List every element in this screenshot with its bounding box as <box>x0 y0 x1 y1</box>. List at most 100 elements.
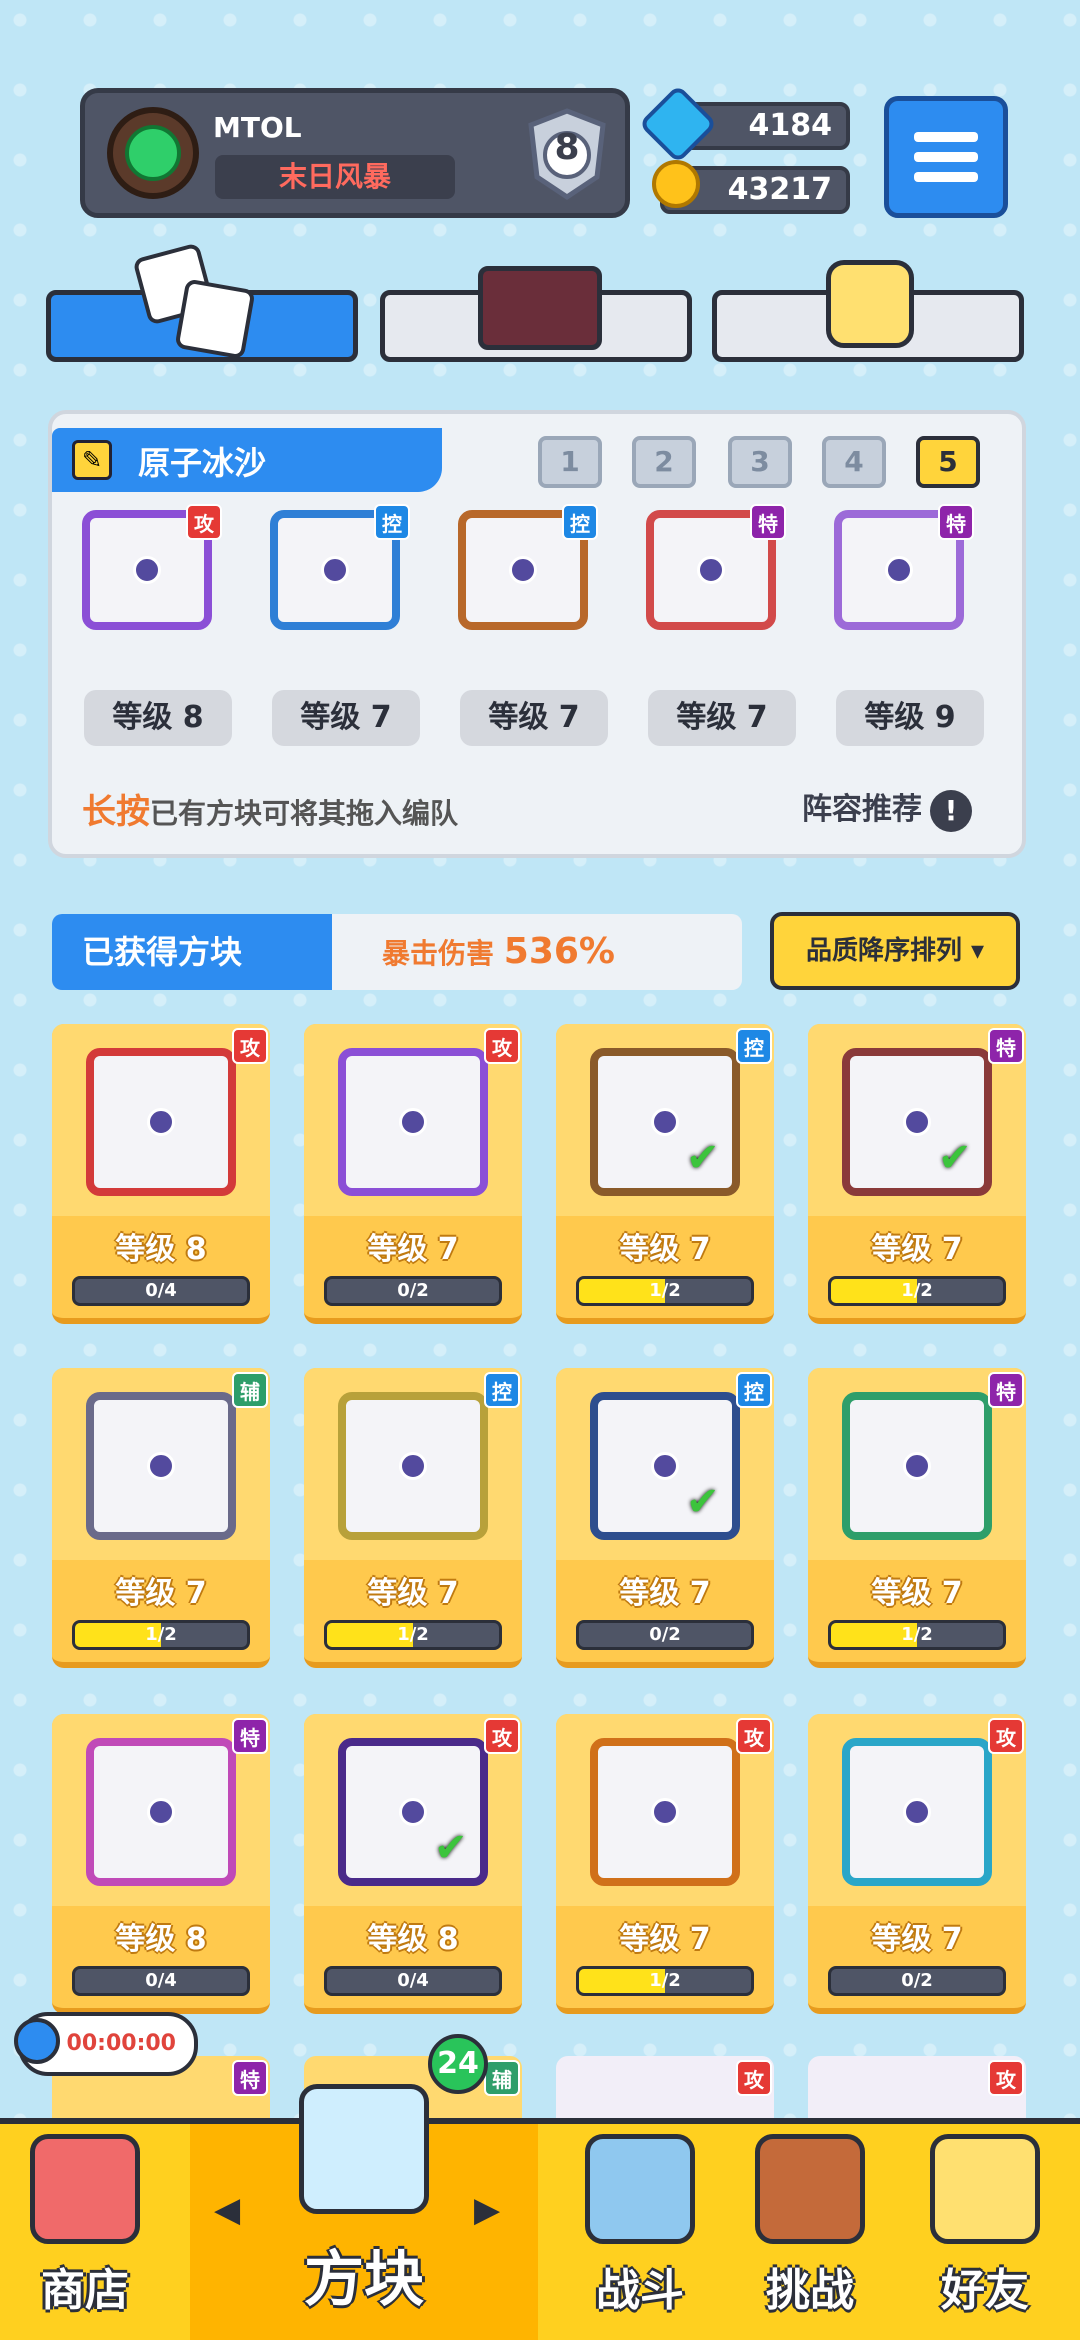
deck-title-bar[interactable]: ✎ 原子冰沙 <box>52 428 442 492</box>
progress-text: 0/4 <box>397 1970 429 1991</box>
type-badge: 攻 <box>736 2060 772 2096</box>
block-card-partial[interactable]: 攻 <box>556 2056 774 2118</box>
deck-tab-5[interactable]: 5 <box>916 436 980 488</box>
type-badge: 攻 <box>484 1718 520 1754</box>
card-level: 等级 7 <box>871 1922 963 1957</box>
block-card[interactable]: 特等级 8 0/4 <box>52 1714 270 2014</box>
shop-icon <box>30 2134 140 2244</box>
block-core-icon <box>903 1798 931 1826</box>
upgrade-progress-bar: 0/2 <box>576 1620 754 1650</box>
prev-arrow-icon[interactable]: ◀ <box>214 2190 240 2230</box>
block-core-icon <box>147 1108 175 1136</box>
block-count-badge: 24 <box>428 2034 488 2094</box>
nav-challenge-label: 挑战 <box>766 2265 854 2316</box>
deck-slot[interactable]: 特 <box>824 504 974 632</box>
crit-damage[interactable]: 暴击伤害 536% <box>382 914 615 990</box>
type-badge: 控 <box>484 1372 520 1408</box>
type-badge: 特 <box>988 1028 1024 1064</box>
deck-tab-3[interactable]: 3 <box>728 436 792 488</box>
block-core-icon <box>885 556 913 584</box>
recommend-label: 阵容推荐 <box>802 792 922 827</box>
progress-text: 0/4 <box>145 1970 177 1991</box>
block-core-icon <box>133 556 161 584</box>
deck-slot-level: 等级 7 <box>460 690 608 746</box>
nav-blocks-label: 方块 <box>304 2245 424 2315</box>
info-icon: ! <box>930 789 972 832</box>
type-badge: 控 <box>374 504 410 540</box>
upgrade-progress-bar: 0/4 <box>324 1966 502 1996</box>
block-card[interactable]: 控 ✔ 等级 7 1/2 <box>556 1024 774 1324</box>
friend-icon <box>930 2134 1040 2244</box>
coins-value: 43217 <box>727 172 832 207</box>
block-card[interactable]: 攻等级 7 1/2 <box>556 1714 774 2014</box>
obtained-header: 已获得方块 暴击伤害 536% <box>52 914 742 990</box>
progress-text: 0/4 <box>145 1280 177 1301</box>
nav-blocks[interactable]: 方块 <box>190 2084 538 2340</box>
progress-text: 1/2 <box>649 1970 681 1991</box>
next-arrow-icon[interactable]: ▶ <box>474 2190 500 2230</box>
block-frame <box>842 1392 992 1540</box>
rank-number: 8 <box>554 127 580 168</box>
deck-tab-1[interactable]: 1 <box>538 436 602 488</box>
card-level: 等级 7 <box>115 1576 207 1611</box>
lineup-recommend-button[interactable]: 阵容推荐! <box>802 784 972 832</box>
block-frame <box>338 1048 488 1196</box>
upgrade-progress-bar: 0/4 <box>72 1966 250 1996</box>
deck-panel: ✎ 原子冰沙 1 2 3 4 5 攻等级 8 控等级 7 控等级 7 特等级 7 特等级… <box>48 410 1026 858</box>
nav-battle[interactable]: 战斗 <box>560 2124 720 2340</box>
profile-panel[interactable]: MTOL 末日风暴 8 <box>80 88 630 218</box>
block-frame <box>590 1738 740 1886</box>
castle-icon <box>755 2134 865 2244</box>
deck-slot[interactable]: 控 <box>260 504 410 632</box>
deck-tab-2[interactable]: 2 <box>632 436 696 488</box>
block-card[interactable]: 特 ✔ 等级 7 1/2 <box>808 1024 1026 1324</box>
deck-slot[interactable]: 特 <box>636 504 786 632</box>
block-core-icon <box>651 1798 679 1826</box>
block-card[interactable]: 特等级 7 1/2 <box>808 1368 1026 1668</box>
block-core-icon <box>903 1108 931 1136</box>
block-card[interactable]: 攻等级 7 0/2 <box>808 1714 1026 2014</box>
progress-text: 0/2 <box>397 1280 429 1301</box>
block-core-icon <box>903 1452 931 1480</box>
crit-label: 暴击伤害 <box>382 937 495 970</box>
progress-text: 0/2 <box>649 1624 681 1645</box>
deck-slot-level: 等级 7 <box>648 690 796 746</box>
card-level: 等级 7 <box>367 1232 459 1267</box>
type-badge: 特 <box>750 504 786 540</box>
block-core-icon <box>509 556 537 584</box>
coin-icon <box>652 160 700 208</box>
progress-text: 1/2 <box>649 1280 681 1301</box>
block-card[interactable]: 攻 ✔ 等级 8 0/4 <box>304 1714 522 2014</box>
block-core-icon <box>651 1452 679 1480</box>
block-core-icon <box>697 556 725 584</box>
upgrade-progress-bar: 0/2 <box>324 1276 502 1306</box>
block-core-icon <box>147 1798 175 1826</box>
block-frame <box>86 1738 236 1886</box>
sort-dropdown[interactable]: 品质降序排列 ▾ <box>770 912 1020 990</box>
block-card[interactable]: 攻等级 7 0/2 <box>304 1024 522 1324</box>
block-core-icon <box>399 1108 427 1136</box>
upgrade-progress-bar: 0/2 <box>828 1966 1006 1996</box>
nav-shop-label: 商店 <box>41 2265 129 2316</box>
nav-shop[interactable]: 商店 <box>0 2124 170 2340</box>
card-level: 等级 7 <box>619 1232 711 1267</box>
nav-friends[interactable]: 好友 <box>900 2124 1070 2340</box>
block-card[interactable]: 控 ✔ 等级 7 0/2 <box>556 1368 774 1668</box>
deck-slot[interactable]: 控 <box>448 504 598 632</box>
menu-button[interactable] <box>884 96 1008 218</box>
deck-slot[interactable]: 攻 <box>72 504 222 632</box>
block-frame <box>86 1392 236 1540</box>
deck-tab-4[interactable]: 4 <box>822 436 886 488</box>
block-card[interactable]: 控等级 7 1/2 <box>304 1368 522 1668</box>
avatar[interactable] <box>107 107 199 199</box>
type-badge: 特 <box>232 2060 268 2096</box>
type-badge: 攻 <box>484 1028 520 1064</box>
block-card[interactable]: 攻等级 8 0/4 <box>52 1024 270 1324</box>
type-badge: 控 <box>736 1028 772 1064</box>
progress-text: 0/2 <box>901 1970 933 1991</box>
nav-challenge[interactable]: 挑战 <box>730 2124 890 2340</box>
block-card-partial[interactable]: 攻 <box>808 2056 1026 2118</box>
block-card[interactable]: 辅等级 7 1/2 <box>52 1368 270 1668</box>
edit-pencil-icon[interactable]: ✎ <box>72 440 112 480</box>
card-level: 等级 8 <box>115 1922 207 1957</box>
